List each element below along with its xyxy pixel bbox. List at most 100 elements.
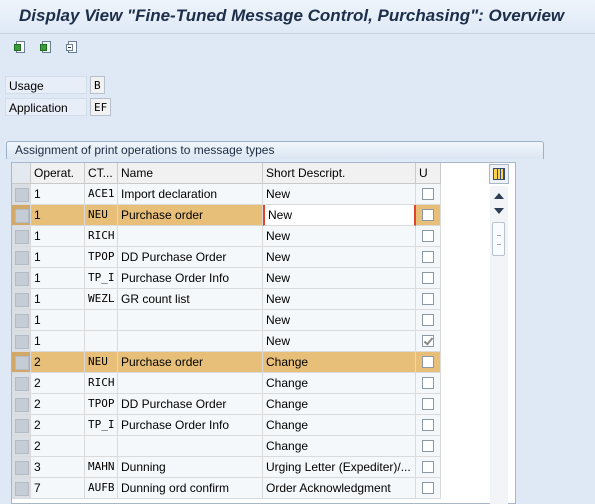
cell-name[interactable]: Purchase order	[118, 352, 263, 373]
cell-short-descript[interactable]: New	[263, 268, 416, 289]
cell-name[interactable]: GR count list	[118, 289, 263, 310]
table-row[interactable]: 3 MAHN Dunning Urging Letter (Expediter)/..…	[12, 457, 441, 478]
cell-operat[interactable]: 2	[31, 352, 85, 373]
u-checkbox[interactable]	[422, 461, 434, 473]
u-checkbox[interactable]	[422, 314, 434, 326]
u-checkbox[interactable]	[422, 251, 434, 263]
u-checkbox[interactable]	[422, 398, 434, 410]
row-selector[interactable]	[12, 247, 31, 268]
cell-short-descript[interactable]: New	[263, 310, 416, 331]
table-row[interactable]: 1 ACE1 Import declaration New	[12, 184, 441, 205]
cell-ct[interactable]: MAHN	[85, 457, 118, 478]
table-row[interactable]: 1 RICH New	[12, 226, 441, 247]
row-selector[interactable]	[12, 415, 31, 436]
row-selector[interactable]	[12, 268, 31, 289]
scroll-thumb[interactable]	[492, 222, 505, 256]
cell-operat[interactable]: 1	[31, 310, 85, 331]
row-selector[interactable]	[12, 331, 31, 352]
col-header-short[interactable]: Short Descript.	[263, 163, 416, 184]
cell-operat[interactable]: 3	[31, 457, 85, 478]
vertical-scrollbar[interactable]	[490, 186, 508, 504]
application-field[interactable]: EF	[90, 98, 112, 116]
cell-short-descript[interactable]: New	[263, 205, 416, 226]
table-row[interactable]: 2 TPOP DD Purchase Order Change	[12, 394, 441, 415]
cell-ct[interactable]: RICH	[85, 226, 118, 247]
cell-name[interactable]	[118, 310, 263, 331]
col-header-ct[interactable]: CT...	[85, 163, 118, 184]
cell-short-descript[interactable]: New	[263, 184, 416, 205]
row-selector[interactable]	[12, 289, 31, 310]
next-entry-icon[interactable]	[40, 40, 54, 54]
cell-name[interactable]	[118, 226, 263, 247]
cell-operat[interactable]: 1	[31, 331, 85, 352]
cell-operat[interactable]: 1	[31, 268, 85, 289]
cell-ct[interactable]: NEU	[85, 352, 118, 373]
column-settings-icon[interactable]	[489, 164, 509, 184]
row-selector[interactable]	[12, 310, 31, 331]
cell-operat[interactable]: 2	[31, 394, 85, 415]
cell-short-descript[interactable]: New	[263, 226, 416, 247]
cell-ct[interactable]: AUFB	[85, 478, 118, 499]
cell-short-descript[interactable]: New	[263, 289, 416, 310]
cell-operat[interactable]: 2	[31, 415, 85, 436]
u-checkbox[interactable]	[422, 419, 434, 431]
cell-name[interactable]: Import declaration	[118, 184, 263, 205]
u-checkbox[interactable]	[422, 335, 434, 347]
u-checkbox[interactable]	[422, 482, 434, 494]
cell-name[interactable]	[118, 331, 263, 352]
cell-operat[interactable]: 1	[31, 247, 85, 268]
u-checkbox[interactable]	[422, 293, 434, 305]
table-row[interactable]: 2 Change	[12, 436, 441, 457]
row-selector[interactable]	[12, 394, 31, 415]
u-checkbox[interactable]	[422, 440, 434, 452]
table-row[interactable]: 1 TP_I Purchase Order Info New	[12, 268, 441, 289]
row-selector[interactable]	[12, 226, 31, 247]
cell-short-descript[interactable]: Urging Letter (Expediter)/...	[263, 457, 416, 478]
row-selector[interactable]	[12, 205, 31, 226]
table-row[interactable]: 1 NEU Purchase order New	[12, 205, 441, 226]
cell-operat[interactable]: 1	[31, 289, 85, 310]
cell-ct[interactable]	[85, 310, 118, 331]
cell-name[interactable]	[118, 436, 263, 457]
table-row[interactable]: 1 New	[12, 310, 441, 331]
select-all-header[interactable]	[12, 163, 31, 184]
cell-short-descript[interactable]: New	[263, 247, 416, 268]
cell-short-descript[interactable]: Order Acknowledgment	[263, 478, 416, 499]
cell-name[interactable]: Purchase Order Info	[118, 268, 263, 289]
cell-ct[interactable]: TP_I	[85, 415, 118, 436]
cell-short-descript[interactable]: Change	[263, 415, 416, 436]
cell-name[interactable]: Purchase order	[118, 205, 263, 226]
row-selector[interactable]	[12, 352, 31, 373]
cell-short-descript[interactable]: Change	[263, 352, 416, 373]
cell-name[interactable]: DD Purchase Order	[118, 247, 263, 268]
table-row[interactable]: 1 TPOP DD Purchase Order New	[12, 247, 441, 268]
cell-name[interactable]: DD Purchase Order	[118, 394, 263, 415]
other-entry-icon[interactable]	[66, 40, 80, 54]
row-selector[interactable]	[12, 457, 31, 478]
table-row[interactable]: 2 RICH Change	[12, 373, 441, 394]
scroll-down-icon[interactable]	[494, 208, 504, 214]
row-selector[interactable]	[12, 373, 31, 394]
cell-operat[interactable]: 2	[31, 373, 85, 394]
u-checkbox[interactable]	[422, 188, 434, 200]
cell-short-descript[interactable]: Change	[263, 436, 416, 457]
table-row[interactable]: 2 NEU Purchase order Change	[12, 352, 441, 373]
row-selector[interactable]	[12, 478, 31, 499]
cell-name[interactable]: Purchase Order Info	[118, 415, 263, 436]
col-header-name[interactable]: Name	[118, 163, 263, 184]
cell-ct[interactable]	[85, 436, 118, 457]
table-row[interactable]: 7 AUFB Dunning ord confirm Order Acknowledg…	[12, 478, 441, 499]
usage-field[interactable]: B	[90, 76, 105, 94]
cell-short-descript[interactable]: Change	[263, 394, 416, 415]
cell-operat[interactable]: 1	[31, 226, 85, 247]
cell-operat[interactable]: 1	[31, 184, 85, 205]
cell-ct[interactable]: TP_I	[85, 268, 118, 289]
u-checkbox[interactable]	[422, 356, 434, 368]
cell-ct[interactable]: NEU	[85, 205, 118, 226]
cell-operat[interactable]: 2	[31, 436, 85, 457]
table-row[interactable]: 1 WEZL GR count list New	[12, 289, 441, 310]
cell-short-descript[interactable]: New	[263, 331, 416, 352]
cell-short-descript[interactable]: Change	[263, 373, 416, 394]
cell-operat[interactable]: 1	[31, 205, 85, 226]
u-checkbox[interactable]	[422, 230, 434, 242]
